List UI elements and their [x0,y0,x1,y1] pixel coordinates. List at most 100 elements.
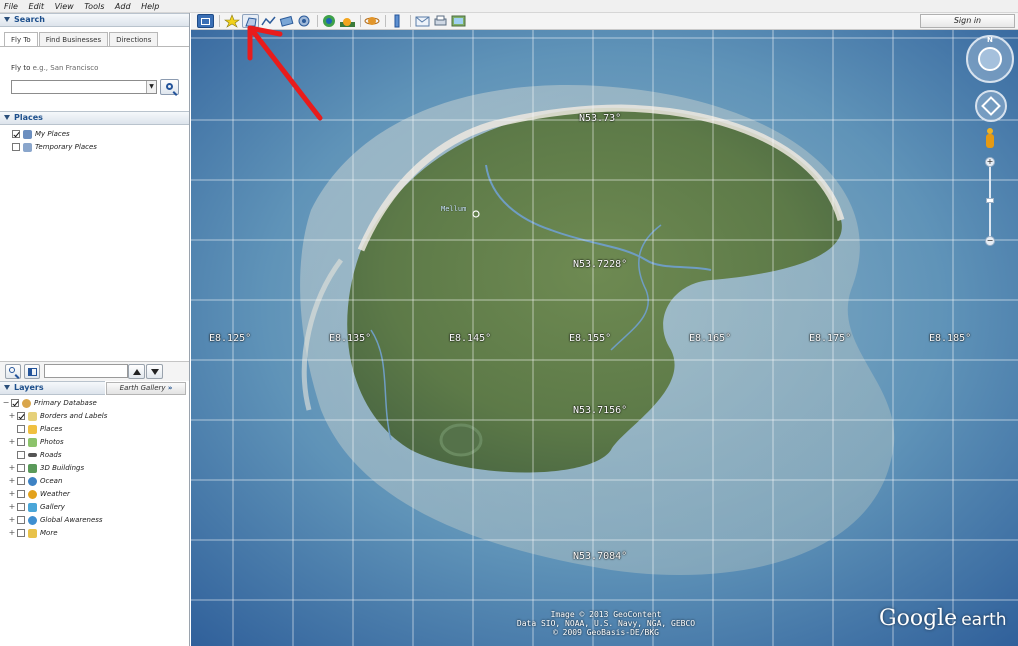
places-item-my-places[interactable]: My Places [12,128,70,140]
places-search-button[interactable] [5,364,21,379]
toolbar-separator [410,15,411,27]
menu-add[interactable]: Add [115,0,131,13]
ruler-button[interactable] [389,14,406,28]
zoom-out-icon[interactable]: − [985,236,995,246]
search-panel-header[interactable]: Search [0,13,189,27]
layer-more[interactable]: + More [8,527,58,539]
expand-icon[interactable]: + [8,475,16,487]
zoom-slider[interactable]: + − [985,157,995,247]
tab-divider [0,46,189,47]
toolbar-separator [219,15,220,27]
checkbox[interactable] [17,425,25,433]
folder-globe-icon [23,129,32,139]
annotation-arrow-icon [247,25,323,121]
tab-fly-to[interactable]: Fly To [4,32,38,47]
layer-label: Weather [40,490,70,498]
layer-photos[interactable]: + Photos [8,436,64,448]
layer-ocean[interactable]: + Ocean [8,475,62,487]
print-button[interactable] [432,14,449,28]
checkbox[interactable] [17,516,25,524]
checkbox[interactable] [17,451,25,459]
expand-icon[interactable]: + [8,501,16,513]
checkbox[interactable] [17,490,25,498]
layer-global-awareness[interactable]: + Global Awareness [8,514,103,526]
tab-find-businesses[interactable]: Find Businesses [38,32,109,47]
global-awareness-icon [28,515,37,525]
latitude-label: N53.7156° [573,405,628,416]
places-toolbar [0,361,189,381]
search-icon [9,367,15,373]
move-joystick[interactable] [975,90,1007,122]
dropdown-arrow-icon[interactable]: ▼ [146,81,156,93]
checkbox[interactable] [12,143,20,151]
menu-tools[interactable]: Tools [84,0,104,13]
email-button[interactable] [414,14,431,28]
move-up-button[interactable] [128,364,145,379]
menu-file[interactable]: File [4,0,18,13]
places-panel-header[interactable]: Places [0,111,189,125]
move-down-button[interactable] [146,364,163,379]
expand-icon[interactable]: + [8,462,16,474]
layer-borders-and-labels[interactable]: + Borders and Labels [8,410,107,422]
search-icon [166,83,173,90]
layer-primary-database[interactable]: − Primary Database [2,397,97,409]
layer-label: Global Awareness [40,516,103,524]
chevron-right-icon: » [167,384,173,392]
checkbox[interactable] [11,399,19,407]
expand-icon[interactable]: + [8,488,16,500]
layer-places[interactable]: Places [8,423,62,435]
sidebar-icon [201,18,210,25]
collapse-icon[interactable]: − [2,397,10,409]
places-header-label: Places [14,113,43,122]
layer-label: Photos [40,438,64,446]
zoom-in-icon[interactable]: + [985,157,995,167]
checkbox[interactable] [17,503,25,511]
layer-gallery[interactable]: + Gallery [8,501,65,513]
planets-button[interactable] [364,14,381,28]
checkbox[interactable] [17,412,25,420]
logo-google: Google [879,606,958,631]
checkbox[interactable] [12,130,20,138]
expand-icon[interactable]: + [8,514,16,526]
earth-gallery-button[interactable]: Earth Gallery » [106,382,186,395]
sign-in-button[interactable]: Sign in [920,14,1015,28]
checkbox[interactable] [17,438,25,446]
checkbox[interactable] [17,529,25,537]
save-image-button[interactable] [450,14,467,28]
expand-icon[interactable]: + [8,527,16,539]
menu-edit[interactable]: Edit [29,0,45,13]
sidebar-toggle-button[interactable] [197,14,214,28]
save-image-icon [451,15,466,27]
panel-toggle-button[interactable] [24,364,40,379]
longitude-label: E8.165° [689,333,732,344]
folder-icon [23,142,32,152]
checkbox[interactable] [17,477,25,485]
menu-help[interactable]: Help [141,0,159,13]
expand-icon[interactable]: + [8,436,16,448]
places-filter-input[interactable] [44,364,128,378]
layer-3d-buildings[interactable]: +3D Buildings [8,462,84,474]
ocean-icon [28,476,37,486]
layer-label: Primary Database [34,399,97,407]
layers-panel-header[interactable]: Layers [0,381,105,395]
search-button[interactable] [160,79,179,95]
menu-view[interactable]: View [55,0,74,13]
toolbar-separator [360,15,361,27]
look-joystick[interactable]: N [966,35,1014,83]
expand-icon[interactable]: + [8,410,16,422]
fly-to-input[interactable]: ▼ [11,80,157,94]
checkbox[interactable] [17,464,25,472]
zoom-handle[interactable] [986,198,994,203]
collapse-triangle-icon [4,385,10,390]
layer-weather[interactable]: + Weather [8,488,70,500]
tab-directions[interactable]: Directions [109,32,159,47]
places-item-temporary-places[interactable]: Temporary Places [12,141,97,153]
north-indicator-icon: N [987,36,993,44]
layer-label: More [40,529,58,537]
places-icon [28,424,37,434]
sun-icon [340,18,355,27]
sun-button[interactable] [339,14,356,28]
latitude-label: N53.7084° [573,551,628,562]
layer-roads[interactable]: Roads [8,449,62,461]
street-view-pegman-icon[interactable] [984,128,996,150]
